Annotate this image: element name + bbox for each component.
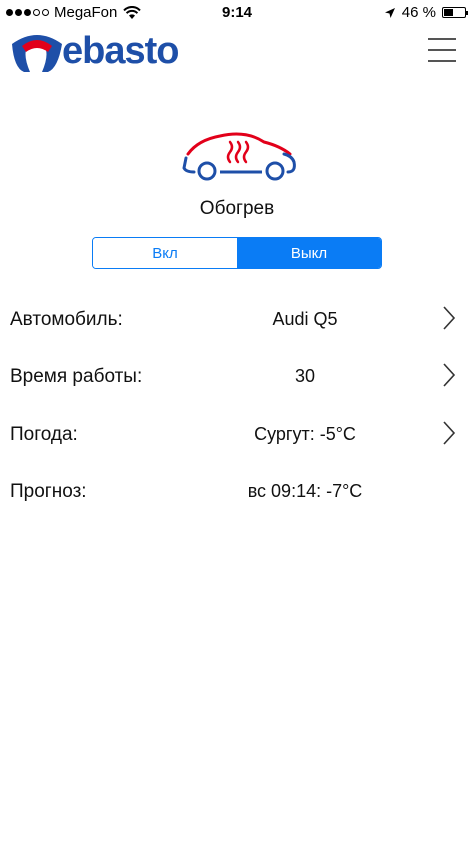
row-value: 30 (294, 366, 316, 386)
row-vehicle[interactable]: Автомобиль: Audi Q5 (0, 299, 474, 339)
car-heating-icon (182, 132, 296, 181)
hamburger-icon (428, 60, 456, 62)
battery-level (444, 9, 454, 16)
row-value: Сургут: -5°C (254, 424, 356, 444)
mode-title: Обогрев (199, 198, 275, 219)
logo-text: ebasto (62, 30, 179, 72)
heater-toggle: Вкл Выкл (92, 237, 382, 269)
row-label: Автомобиль: (10, 309, 123, 330)
chevron-right-icon (443, 306, 456, 330)
row-label: Прогноз: (10, 481, 87, 502)
webasto-logo-mark-icon (12, 35, 62, 72)
hamburger-icon (428, 38, 456, 40)
row-value: Audi Q5 (272, 309, 338, 329)
row-run-time[interactable]: Время работы: 30 (0, 356, 474, 396)
app-header: ebasto (0, 24, 474, 84)
status-bar: MegaFon 9:14 46 % (0, 0, 474, 24)
chevron-right-icon (443, 421, 456, 445)
status-right: 46 % (384, 4, 468, 21)
on-button[interactable]: Вкл (93, 238, 237, 268)
row-label: Время работы: (10, 366, 143, 387)
row-weather[interactable]: Погода: Сургут: -5°C (0, 414, 474, 454)
off-button[interactable]: Выкл (237, 238, 381, 268)
hamburger-icon (428, 49, 456, 51)
battery-percent: 46 % (401, 4, 436, 21)
row-forecast: Прогноз: вс 09:14: -7°C (0, 471, 474, 511)
row-value: вс 09:14: -7°C (247, 481, 363, 501)
chevron-right-icon (443, 363, 456, 387)
webasto-logo: ebasto (10, 28, 210, 76)
row-label: Погода: (10, 424, 78, 445)
location-arrow-icon (384, 7, 395, 18)
battery-icon (442, 7, 468, 18)
menu-button[interactable] (428, 36, 456, 64)
